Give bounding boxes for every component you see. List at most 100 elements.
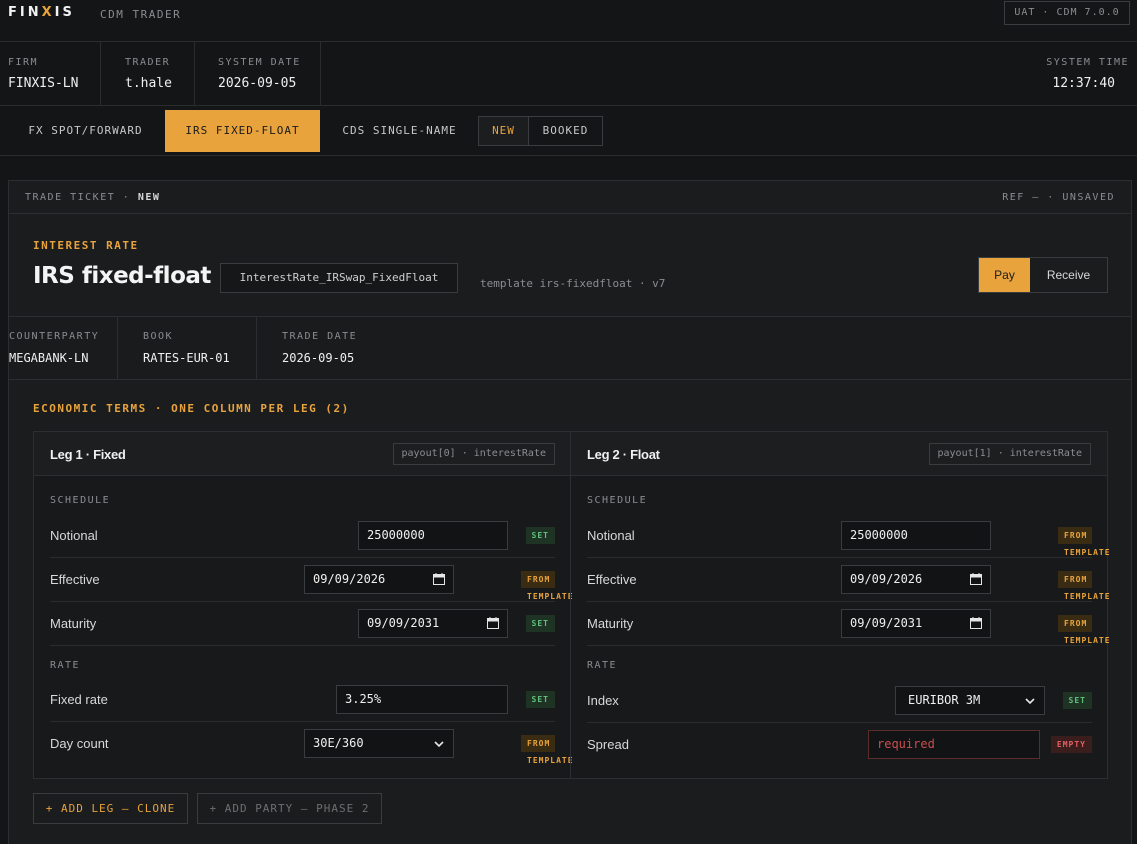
app-name: CDM TRADER xyxy=(100,8,182,21)
leg-1-maturity-row: Maturity 09/09/2031 SET xyxy=(50,602,555,646)
legs-container: Leg 1 · Fixed payout[0] · interestRate S… xyxy=(33,431,1110,779)
counterparty-label: COUNTERPARTY xyxy=(9,331,100,342)
calendar-icon[interactable] xyxy=(433,573,445,585)
system-date-value: 2026-09-05 xyxy=(218,76,297,91)
book-cell: BOOK RATES-EUR-01 xyxy=(118,317,257,380)
leg-2-maturity-date-input[interactable]: 09/09/2031 xyxy=(841,609,991,638)
firm-value: FINXIS-LN xyxy=(8,76,79,91)
leg-2-header: Leg 2 · Float payout[1] · interestRate xyxy=(571,432,1107,476)
leg-1-effective-date-input[interactable]: 09/09/2026 xyxy=(304,565,454,594)
trader-label: TRADER xyxy=(125,57,171,68)
day-count-label: Day count xyxy=(50,736,109,751)
trader-value: t.hale xyxy=(125,76,172,91)
trade-date-label: TRADE DATE xyxy=(282,331,358,342)
tab-cds-single-name[interactable]: CDS SINGLE-NAME xyxy=(322,110,477,152)
calendar-icon[interactable] xyxy=(970,617,982,629)
trader-cell: TRADER t.hale xyxy=(101,42,195,106)
calendar-icon[interactable] xyxy=(970,573,982,585)
leg-2-spread-row: Spread required EMPTY xyxy=(587,723,1092,767)
leg-2-effective-row: Effective 09/09/2026 FROM TEMPLATE xyxy=(587,558,1110,602)
leg-2-path: payout[1] · interestRate xyxy=(928,443,1091,465)
leg-2-index-select[interactable]: EURIBOR 3M xyxy=(895,686,1045,715)
system-time-value: 12:37:40 xyxy=(1052,76,1115,91)
tab-fx-spot-forward[interactable]: FX SPOT/FORWARD xyxy=(8,110,163,152)
notional-label: Notional xyxy=(50,528,98,543)
leg-1-rate-label: RATE xyxy=(50,660,81,671)
leg-1-maturity-date-input[interactable]: 09/09/2031 xyxy=(358,609,508,638)
leg-1-notional-input[interactable]: 25000000 xyxy=(358,521,508,550)
chevron-down-icon xyxy=(434,741,444,748)
tab-irs-fixed-float[interactable]: IRS FIXED-FLOAT xyxy=(165,110,320,152)
leg-1-day-count-status-badge: FROM TEMPLATE xyxy=(521,735,573,765)
leg-2-column: Leg 2 · Float payout[1] · interestRate S… xyxy=(570,432,1110,778)
session-info-bar: FIRM FINXIS-LN TRADER t.hale SYSTEM DATE… xyxy=(0,42,1137,106)
maturity-label: Maturity xyxy=(50,616,97,631)
add-leg-button[interactable]: + ADD LEG — CLONE xyxy=(33,793,188,824)
leg-2-effective-value: 09/09/2026 xyxy=(850,572,923,586)
counterparty-value[interactable]: MEGABANK-LN xyxy=(9,351,88,365)
leg-1-fixed-rate-row: Fixed rate 3.25% SET xyxy=(50,678,555,722)
notional-label: Notional xyxy=(587,528,635,543)
leg-1-effective-row: Effective 09/09/2026 FROM TEMPLATE xyxy=(50,558,573,602)
leg-1-maturity-status-badge: SET xyxy=(525,615,555,632)
leg-1-effective-status-badge: FROM TEMPLATE xyxy=(521,571,573,601)
system-date-cell: SYSTEM DATE 2026-09-05 xyxy=(195,42,321,106)
top-bar: FINXIS CDM TRADER UAT · CDM 7.0.0 xyxy=(0,0,1137,42)
firm-label: FIRM xyxy=(8,57,39,68)
leg-2-effective-date-input[interactable]: 09/09/2026 xyxy=(841,565,991,594)
pay-button[interactable]: Pay xyxy=(979,258,1030,292)
leg-1-day-count-row: Day count 30E/360 FROM TEMPLATE xyxy=(50,722,573,766)
leg-1-day-count-select[interactable]: 30E/360 xyxy=(304,729,454,758)
counterparty-cell: COUNTERPARTY MEGABANK-LN xyxy=(9,317,118,380)
direction-toggle: Pay Receive xyxy=(978,257,1108,293)
ticket-ref: REF — · UNSAVED xyxy=(1002,192,1115,203)
leg-2-title: Leg 2 · Float xyxy=(587,447,660,462)
status-booked-toggle[interactable]: BOOKED xyxy=(528,116,603,146)
leg-2-effective-status-badge: FROM TEMPLATE xyxy=(1058,571,1110,601)
leg-2-notional-input[interactable]: 25000000 xyxy=(841,521,991,550)
maturity-label: Maturity xyxy=(587,616,634,631)
trade-ticket-panel: TRADE TICKET · NEW REF — · UNSAVED INTER… xyxy=(8,180,1132,844)
calendar-icon[interactable] xyxy=(487,617,499,629)
book-value[interactable]: RATES-EUR-01 xyxy=(143,351,230,365)
leg-2-schedule-label: SCHEDULE xyxy=(587,495,648,506)
environment-badge: UAT · CDM 7.0.0 xyxy=(1004,1,1130,25)
leg-2-index-row: Index EURIBOR 3M SET xyxy=(587,679,1092,723)
cdm-product-type: InterestRate_IRSwap_FixedFloat xyxy=(220,263,458,293)
system-time-label: SYSTEM TIME xyxy=(1046,57,1129,68)
trade-date-cell: TRADE DATE 2026-09-05 xyxy=(257,317,387,380)
trade-date-value[interactable]: 2026-09-05 xyxy=(282,351,354,365)
asset-class-kicker: INTEREST RATE xyxy=(33,239,139,252)
leg-1-schedule-label: SCHEDULE xyxy=(50,495,111,506)
leg-1-fixed-rate-input[interactable]: 3.25% xyxy=(336,685,508,714)
leg-2-maturity-status-badge: FROM TEMPLATE xyxy=(1058,615,1110,645)
chevron-down-icon xyxy=(1025,698,1035,705)
leg-2-spread-input[interactable]: required xyxy=(868,730,1040,759)
leg-1-path: payout[0] · interestRate xyxy=(392,443,555,465)
add-party-button[interactable]: + ADD PARTY — PHASE 2 xyxy=(197,793,382,824)
leg-2-rate-label: RATE xyxy=(587,660,618,671)
leg-2-maturity-row: Maturity 09/09/2031 FROM TEMPLATE xyxy=(587,602,1110,646)
leg-1-header: Leg 1 · Fixed payout[0] · interestRate xyxy=(34,432,571,476)
economic-terms-title: ECONOMIC TERMS · ONE COLUMN PER LEG (2) xyxy=(33,402,350,415)
trade-meta-bar: COUNTERPARTY MEGABANK-LN BOOK RATES-EUR-… xyxy=(9,316,1131,380)
effective-label: Effective xyxy=(50,572,100,587)
template-version: template irs-fixedfloat · v7 xyxy=(480,277,666,290)
leg-1-title: Leg 1 · Fixed xyxy=(50,447,126,462)
product-tab-bar: FX SPOT/FORWARD IRS FIXED-FLOAT CDS SING… xyxy=(0,106,1137,156)
leg-1-day-count-value: 30E/360 xyxy=(313,736,364,750)
effective-label: Effective xyxy=(587,572,637,587)
finxis-logo: FINXIS xyxy=(8,5,75,20)
ticket-state: TRADE TICKET · NEW xyxy=(25,192,161,203)
status-new-toggle[interactable]: NEW xyxy=(478,116,529,146)
spread-label: Spread xyxy=(587,737,629,752)
receive-button[interactable]: Receive xyxy=(1030,258,1107,292)
leg-2-notional-row: Notional 25000000 FROM TEMPLATE xyxy=(587,514,1110,558)
leg-2-notional-status-badge: FROM TEMPLATE xyxy=(1058,527,1110,557)
product-title: IRS fixed-float xyxy=(33,263,211,289)
leg-2-index-value: EURIBOR 3M xyxy=(908,693,981,707)
leg-2-index-status-badge: SET xyxy=(1062,692,1092,709)
leg-1-notional-status-badge: SET xyxy=(525,527,555,544)
leg-1-effective-value: 09/09/2026 xyxy=(313,572,386,586)
leg-1-maturity-value: 09/09/2031 xyxy=(367,616,440,630)
